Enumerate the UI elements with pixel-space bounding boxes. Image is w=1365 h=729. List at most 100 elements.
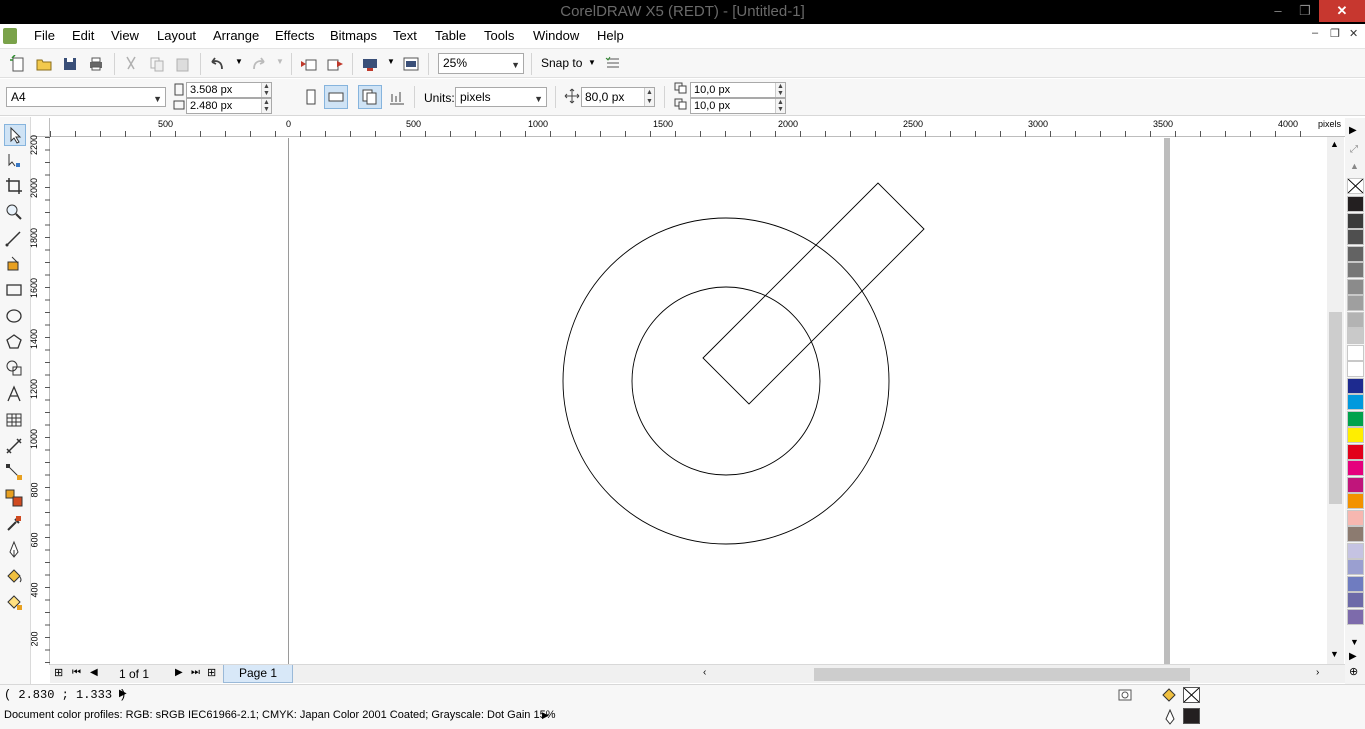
connector-tool[interactable] xyxy=(4,462,26,484)
color-swatch[interactable] xyxy=(1347,229,1364,245)
menu-arrange[interactable]: Arrange xyxy=(213,28,259,43)
drawing-surface[interactable] xyxy=(51,138,1327,664)
color-swatch[interactable] xyxy=(1347,212,1364,229)
page-tab-1[interactable]: Page 1 xyxy=(223,665,293,683)
menu-file[interactable]: File xyxy=(34,28,55,43)
page-height-input[interactable]: 2.480 px ▲ ▼ xyxy=(186,98,272,114)
dimension-tool[interactable] xyxy=(4,436,26,458)
coreldraw-app-icon[interactable] xyxy=(3,28,17,44)
palette-eyedropper-icon[interactable]: ⤢ xyxy=(1350,144,1358,155)
doc-restore-button[interactable]: ❐ xyxy=(1330,27,1340,40)
options-icon[interactable] xyxy=(604,55,622,73)
duplicate-distance-x-input[interactable]: 10,0 px ▲ ▼ xyxy=(690,82,786,98)
snap-to-dropdown-icon[interactable]: ▼ xyxy=(588,58,596,67)
menu-tools[interactable]: Tools xyxy=(484,28,514,43)
all-pages-button[interactable] xyxy=(358,85,382,109)
save-icon[interactable] xyxy=(61,55,79,73)
color-swatch[interactable] xyxy=(1347,278,1364,295)
palette-scroll-up-icon[interactable]: ▲ xyxy=(1350,161,1359,171)
palette-flyout-icon[interactable]: ▶ xyxy=(1349,125,1357,136)
paste-icon[interactable] xyxy=(174,55,192,73)
color-swatch[interactable] xyxy=(1347,262,1364,278)
spinner-arrows-icon[interactable]: ▲ ▼ xyxy=(644,88,654,106)
add-page-before-icon[interactable]: ⊞ xyxy=(54,666,63,679)
outline-pen-tool[interactable] xyxy=(4,540,26,562)
menu-view[interactable]: View xyxy=(111,28,139,43)
menu-help[interactable]: Help xyxy=(597,28,624,43)
scroll-up-icon[interactable]: ▲ xyxy=(1330,139,1339,149)
redo-icon[interactable] xyxy=(250,55,268,73)
color-swatch[interactable] xyxy=(1347,559,1364,575)
menu-table[interactable]: Table xyxy=(435,28,466,43)
color-swatch[interactable] xyxy=(1347,361,1364,377)
menu-bitmaps[interactable]: Bitmaps xyxy=(330,28,377,43)
nudge-distance-input[interactable]: 80,0 px ▲ ▼ xyxy=(581,87,655,107)
freehand-tool[interactable] xyxy=(4,228,26,250)
color-swatch[interactable] xyxy=(1347,443,1364,460)
color-swatch[interactable] xyxy=(1347,493,1364,509)
new-document-icon[interactable] xyxy=(9,55,27,73)
page-width-input[interactable]: 3.508 px ▲ ▼ xyxy=(186,82,272,98)
add-page-after-icon[interactable]: ⊞ xyxy=(207,666,216,679)
color-swatch[interactable] xyxy=(1347,394,1364,410)
cut-icon[interactable] xyxy=(122,55,140,73)
undo-icon[interactable] xyxy=(208,55,226,73)
text-tool[interactable] xyxy=(4,384,26,406)
color-swatch[interactable] xyxy=(1347,575,1364,592)
vertical-scrollbar[interactable]: ▲ ▼ xyxy=(1327,137,1344,665)
color-swatch[interactable] xyxy=(1347,608,1364,625)
color-swatch[interactable] xyxy=(1347,245,1364,262)
shape-tool[interactable] xyxy=(4,150,26,172)
profile-expand-icon[interactable]: ▶ xyxy=(542,710,549,721)
color-swatch[interactable] xyxy=(1347,196,1364,212)
polygon-tool[interactable] xyxy=(4,332,26,354)
color-swatch[interactable] xyxy=(1347,542,1364,559)
color-swatch[interactable] xyxy=(1347,460,1364,476)
vertical-scroll-thumb[interactable] xyxy=(1329,312,1342,504)
copy-icon[interactable] xyxy=(148,55,166,73)
open-folder-icon[interactable] xyxy=(35,55,53,73)
basic-shapes-tool[interactable] xyxy=(4,358,26,380)
blend-tool[interactable] xyxy=(4,488,26,510)
color-swatch[interactable] xyxy=(1347,328,1364,344)
eyedropper-tool[interactable] xyxy=(4,514,26,536)
import-icon[interactable] xyxy=(300,55,318,73)
vertical-ruler[interactable]: 2200 2000 1800 1600 1400 1200 1000 800 6… xyxy=(29,135,50,665)
spinner-arrows-icon[interactable]: ▲ ▼ xyxy=(261,83,271,97)
horizontal-ruler[interactable]: 500 0 500 1000 1500 2000 2500 3000 3500 … xyxy=(50,118,1345,137)
drawing-canvas[interactable] xyxy=(51,138,1327,664)
horizontal-scroll-thumb[interactable] xyxy=(814,668,1190,681)
no-color-swatch[interactable] xyxy=(1347,178,1364,194)
color-swatch[interactable] xyxy=(1347,427,1364,443)
export-icon[interactable] xyxy=(326,55,344,73)
menu-text[interactable]: Text xyxy=(393,28,417,43)
menu-layout[interactable]: Layout xyxy=(157,28,196,43)
smart-fill-tool[interactable] xyxy=(4,254,26,276)
color-swatch[interactable] xyxy=(1347,592,1364,608)
interactive-fill-tool[interactable] xyxy=(4,592,26,614)
scroll-right-icon[interactable]: › xyxy=(1316,667,1319,678)
color-swatch[interactable] xyxy=(1347,526,1364,542)
color-swatch[interactable] xyxy=(1347,295,1364,311)
menu-window[interactable]: Window xyxy=(533,28,579,43)
color-swatch[interactable] xyxy=(1347,344,1364,361)
crop-tool[interactable] xyxy=(4,176,26,198)
rotated-rectangle-shape[interactable] xyxy=(702,182,925,405)
undo-dropdown-icon[interactable]: ▼ xyxy=(235,57,243,66)
landscape-button[interactable] xyxy=(324,85,348,109)
zoom-tool[interactable] xyxy=(4,202,26,224)
color-swatch[interactable] xyxy=(1347,311,1364,328)
outline-color-swatch[interactable] xyxy=(1183,708,1200,724)
welcome-screen-icon[interactable] xyxy=(402,55,420,73)
color-swatch[interactable] xyxy=(1347,410,1364,427)
spinner-arrows-icon[interactable]: ▲ ▼ xyxy=(775,99,785,113)
last-page-icon[interactable]: ⏭ xyxy=(191,667,200,678)
previous-page-icon[interactable]: ◀ xyxy=(90,667,98,678)
doc-minimize-button[interactable]: – xyxy=(1312,27,1318,39)
maximize-button[interactable]: ❐ xyxy=(1292,0,1318,22)
paper-size-select[interactable]: A4 ▼ xyxy=(6,87,166,107)
application-launcher-icon[interactable] xyxy=(361,55,379,73)
portrait-button[interactable] xyxy=(299,85,323,109)
table-tool[interactable] xyxy=(4,410,26,432)
first-page-icon[interactable]: ⏮ xyxy=(72,667,81,678)
